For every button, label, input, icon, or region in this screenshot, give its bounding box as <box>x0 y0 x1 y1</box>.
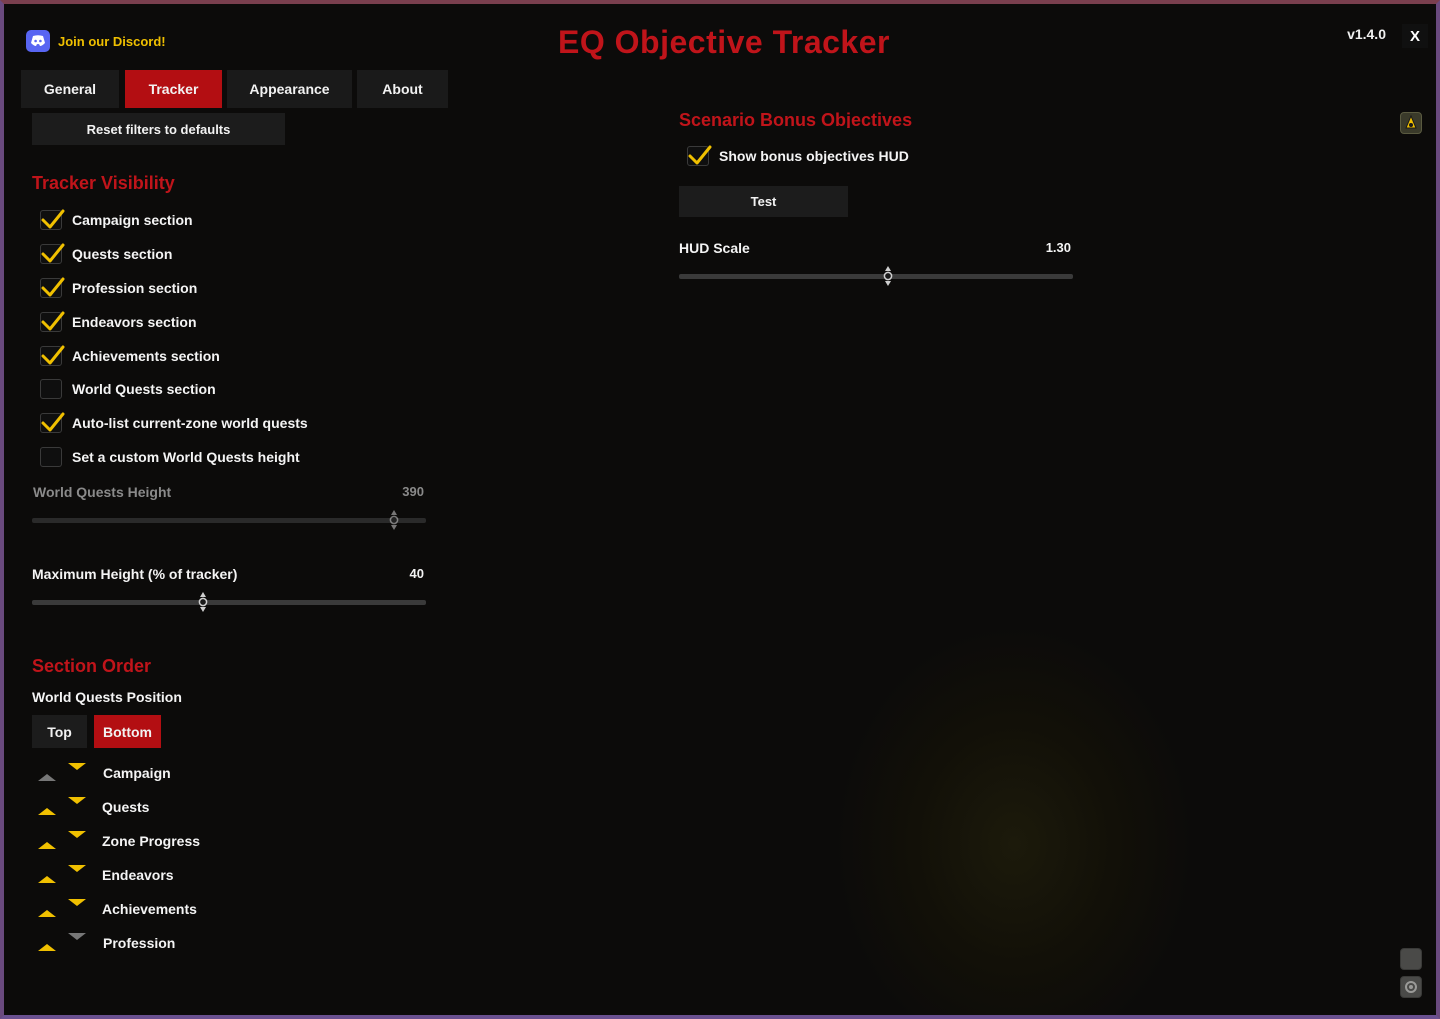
close-button[interactable]: X <box>1402 24 1428 48</box>
slider-thumb[interactable] <box>388 509 400 531</box>
move-down-icon[interactable] <box>68 865 86 872</box>
tab-appearance[interactable]: Appearance <box>227 70 352 108</box>
position-bottom-button[interactable]: Bottom <box>94 715 161 748</box>
checkbox-custom-wq-height[interactable]: Set a custom World Quests height <box>40 447 300 467</box>
tab-tracker[interactable]: Tracker <box>125 70 222 108</box>
test-button[interactable]: Test <box>679 186 848 217</box>
max-height-label: Maximum Height (% of tracker) <box>32 566 238 582</box>
checkbox[interactable] <box>40 311 65 332</box>
tracker-visibility-heading: Tracker Visibility <box>32 173 175 193</box>
checkbox[interactable] <box>40 277 65 298</box>
order-row-endeavors: Endeavors <box>38 865 174 883</box>
hud-scale-label: HUD Scale <box>679 240 750 256</box>
checkbox[interactable] <box>40 345 65 366</box>
checkbox-campaign-section[interactable]: Campaign section <box>40 209 193 230</box>
order-row-achievements: Achievements <box>38 899 197 917</box>
checkbox-label: Show bonus objectives HUD <box>719 148 909 164</box>
checkbox-endeavors-section[interactable]: Endeavors section <box>40 311 197 332</box>
move-down-icon[interactable] <box>68 899 86 906</box>
section-order-heading: Section Order <box>32 656 152 676</box>
checkbox-achievements-section[interactable]: Achievements section <box>40 345 220 366</box>
checkbox-label: Set a custom World Quests height <box>72 449 300 465</box>
discord-link[interactable]: Join our Discord! <box>26 30 166 52</box>
checkbox[interactable] <box>687 145 712 166</box>
move-up-icon[interactable] <box>38 944 56 951</box>
wq-height-slider[interactable] <box>32 510 426 530</box>
discord-icon <box>26 30 50 52</box>
checkbox[interactable] <box>40 412 65 433</box>
reset-filters-button[interactable]: Reset filters to defaults <box>32 113 285 145</box>
move-down-icon[interactable] <box>68 797 86 804</box>
checkbox-profession-section[interactable]: Profession section <box>40 277 198 298</box>
checkbox-label: Campaign section <box>72 212 193 228</box>
scenario-heading: Scenario Bonus Objectives <box>679 110 913 128</box>
checkbox-label: Endeavors section <box>72 314 197 330</box>
gear-icon[interactable] <box>1400 976 1422 998</box>
max-height-value: 40 <box>409 566 424 581</box>
page-title: EQ Objective Tracker <box>558 24 890 60</box>
order-label: Quests <box>102 798 150 815</box>
move-down-icon[interactable] <box>68 933 86 940</box>
tab-about[interactable]: About <box>357 70 448 108</box>
minimap-tracker-icon[interactable] <box>1400 112 1422 134</box>
square-icon[interactable] <box>1400 948 1422 970</box>
move-up-icon[interactable] <box>38 808 56 815</box>
order-row-profession: Profession <box>38 933 176 951</box>
slider-thumb[interactable] <box>882 265 894 287</box>
discord-label: Join our Discord! <box>58 33 166 49</box>
checkbox-quests-section[interactable]: Quests section <box>40 243 173 264</box>
checkbox-world-quests-section[interactable]: World Quests section <box>40 379 216 399</box>
move-up-icon[interactable] <box>38 842 56 849</box>
checkbox[interactable] <box>40 209 65 230</box>
order-label: Campaign <box>103 764 171 781</box>
wq-height-value: 390 <box>402 484 424 499</box>
hud-scale-slider[interactable] <box>679 266 1073 286</box>
addon-settings-window: Join our Discord! EQ Objective Tracker v… <box>0 0 1440 1019</box>
hud-scale-value: 1.30 <box>1045 240 1071 255</box>
checkbox-show-bonus-hud[interactable]: Show bonus objectives HUD <box>687 145 909 166</box>
tab-general[interactable]: General <box>21 70 119 108</box>
checkbox[interactable] <box>40 379 62 399</box>
checkbox[interactable] <box>40 447 62 467</box>
checkbox-label: Achievements section <box>72 348 220 364</box>
order-label: Zone Progress <box>102 832 201 849</box>
slider-thumb[interactable] <box>197 591 209 613</box>
order-row-campaign: Campaign <box>38 763 171 781</box>
move-up-icon[interactable] <box>38 910 56 917</box>
wq-height-label: World Quests Height <box>33 484 172 500</box>
checkbox-label: Auto-list current-zone world quests <box>72 415 308 431</box>
position-top-button[interactable]: Top <box>32 715 87 748</box>
checkbox[interactable] <box>40 243 65 264</box>
move-down-icon[interactable] <box>68 831 86 838</box>
checkbox-label: Quests section <box>72 246 173 262</box>
order-label: Achievements <box>102 900 197 917</box>
version-label: v1.4.0 <box>1347 26 1386 42</box>
max-height-slider[interactable] <box>32 592 426 612</box>
order-label: Profession <box>103 934 176 951</box>
move-down-icon[interactable] <box>68 763 86 770</box>
move-up-icon[interactable] <box>38 876 56 883</box>
wq-position-label: World Quests Position <box>32 689 182 705</box>
move-up-icon[interactable] <box>38 774 56 781</box>
order-row-zone-progress: Zone Progress <box>38 831 201 849</box>
checkbox-label: World Quests section <box>72 381 216 397</box>
order-row-quests: Quests <box>38 797 150 815</box>
checkbox-label: Profession section <box>72 280 198 296</box>
order-label: Endeavors <box>102 866 174 883</box>
checkbox-auto-list-world-quests[interactable]: Auto-list current-zone world quests <box>40 412 308 433</box>
